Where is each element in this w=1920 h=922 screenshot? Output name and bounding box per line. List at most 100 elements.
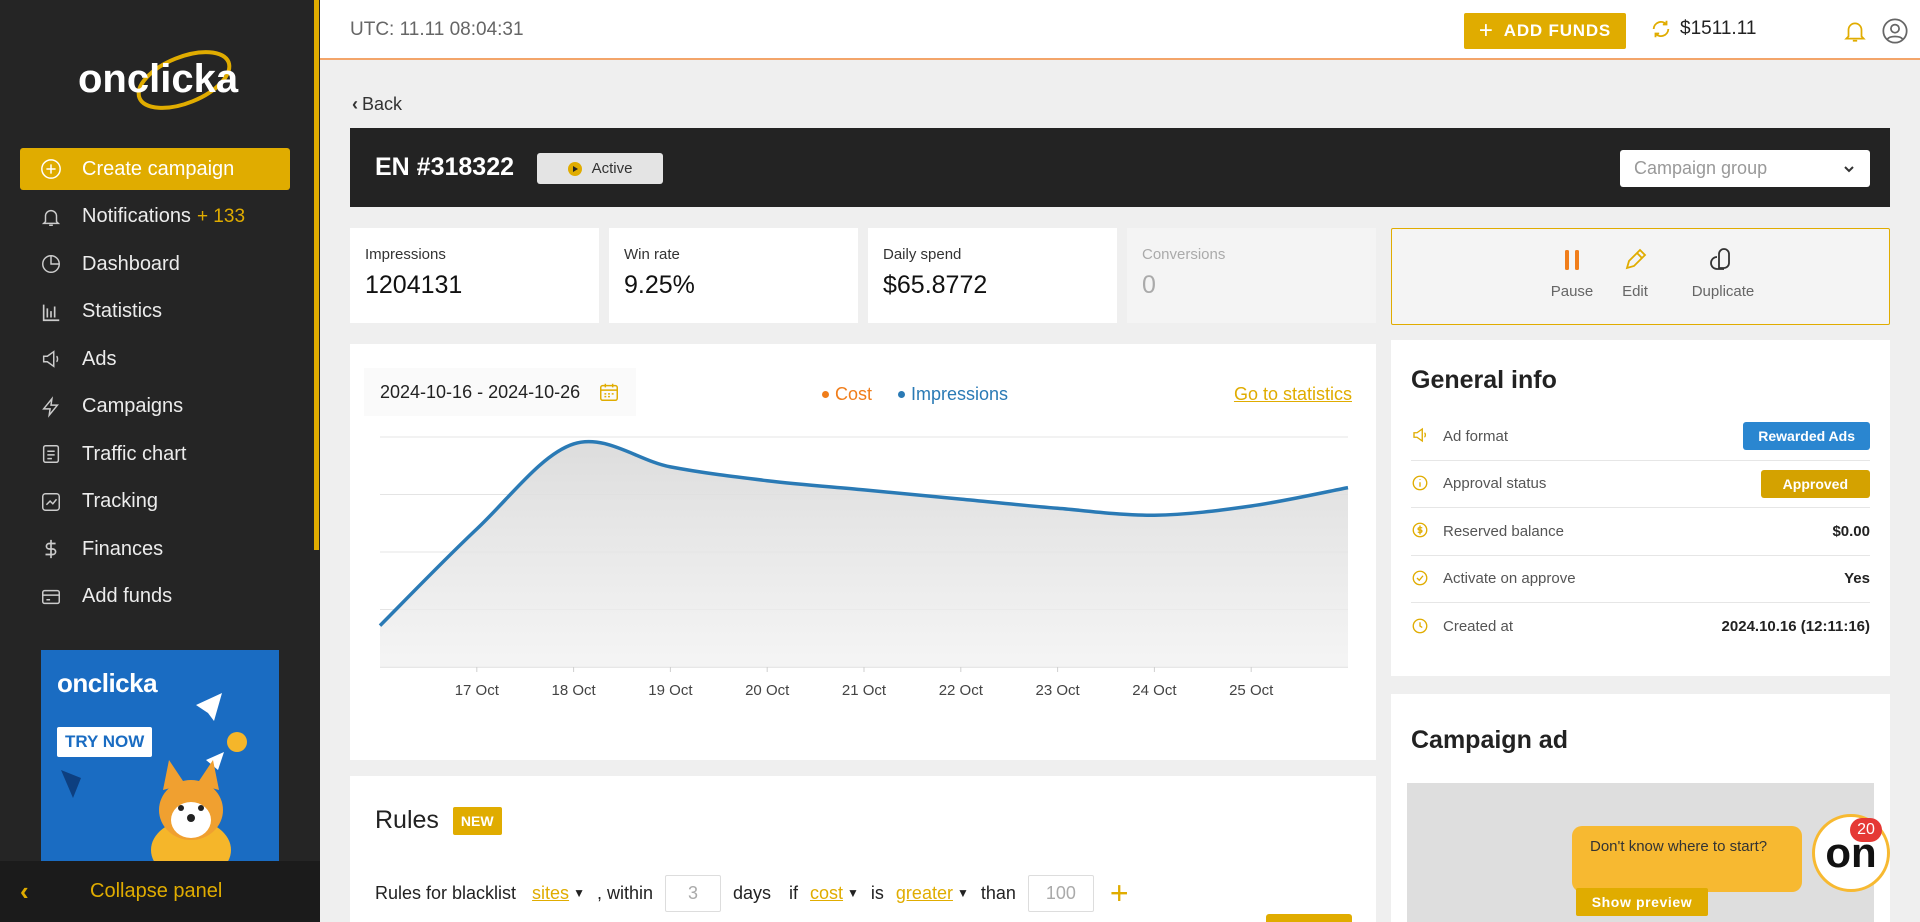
x-tick-label: 20 Oct [745,682,790,699]
rule-than-label: than [980,882,1016,903]
campaign-group-select[interactable]: Campaign group [1620,150,1870,187]
duplicate-button[interactable]: Duplicate [1668,245,1778,300]
play-icon [567,161,582,176]
balance-value: $1511.11 [1680,18,1757,39]
back-link[interactable]: ‹ Back [352,94,402,115]
campaign-ad-title: Campaign ad [1411,726,1568,754]
rules-title: Rules NEW [375,806,502,835]
refresh-icon[interactable] [1650,18,1672,40]
x-tick-label: 22 Oct [939,682,984,699]
balance-display[interactable]: $1511.11 [1650,18,1756,40]
sidebar-item-label: Finances [82,537,164,560]
edit-label: Edit [1622,283,1648,300]
show-preview-button[interactable]: Show preview [1576,888,1708,916]
plus-circle-icon [38,156,64,182]
save-rules-button[interactable] [1266,914,1352,922]
add-funds-button[interactable]: + ADD FUNDS [1464,13,1626,49]
chevron-down-icon [1844,165,1854,172]
sidebar-item-add-funds[interactable]: Add funds [20,576,290,618]
sidebar-item-notifications[interactable]: Notifications + 133 [20,196,290,238]
add-rule-icon[interactable]: + [1110,875,1129,912]
reserved-balance-value: $0.00 [1832,522,1870,540]
campaign-title: EN #318322 [375,153,515,181]
general-info-title: General info [1411,366,1557,394]
legend-dot [822,391,829,398]
rule-threshold-input[interactable]: 100 [1027,874,1094,912]
legend-impressions[interactable]: Impressions [898,384,1008,405]
edit-button[interactable]: Edit [1610,245,1660,300]
x-tick-label: 17 Oct [455,682,500,699]
chevron-down-icon[interactable]: ▼ [573,886,585,900]
x-tick-label: 19 Oct [648,682,693,699]
go-to-statistics-link[interactable]: Go to statistics [1234,384,1352,405]
rule-metric-select[interactable]: cost [810,883,843,904]
duplicate-icon [1710,248,1730,270]
pause-button[interactable]: Pause [1542,245,1602,300]
campaign-group-placeholder: Campaign group [1634,158,1768,178]
plus-icon: + [1478,17,1494,44]
pause-label: Pause [1550,283,1594,300]
date-range-picker[interactable]: 2024-10-16 - 2024-10-26 [364,368,637,416]
chevron-down-icon[interactable]: ▼ [957,886,969,900]
bar-chart-icon [38,299,64,325]
notifications-bell-icon[interactable] [1842,18,1868,44]
rule-days-input[interactable]: 3 [664,874,721,912]
rule-within-label: , within [596,882,653,903]
stat-value: 1204131 [365,271,463,299]
general-info-card: General info Ad format Rewarded Ads Appr… [1391,340,1890,676]
sidebar-item-create-campaign[interactable]: Create campaign [20,148,290,190]
ad-format-badge: Rewarded Ads [1743,422,1870,451]
calendar-icon [600,383,619,401]
rules-card: Rules NEW Rules for blacklist sites ▼ , … [350,776,1376,922]
sidebar-item-dashboard[interactable]: Dashboard [20,243,290,285]
help-unread-count: 20 [1850,818,1882,842]
rule-target-select[interactable]: sites [532,883,569,904]
stat-win-rate: Win rate 9.25% [609,228,858,323]
x-tick-label: 21 Oct [842,682,887,699]
info-icon [1411,474,1431,494]
sidebar-item-traffic-chart[interactable]: Traffic chart [20,433,290,475]
sidebar-nav: Create campaign Notifications + 133 Dash… [20,148,290,623]
onclicka-logo[interactable]: onclicka [72,40,252,120]
stat-label: Win rate [624,246,680,263]
collapse-panel-label: Collapse panel [90,880,223,902]
rules-title-label: Rules [375,806,439,834]
date-range-value: 2024-10-16 - 2024-10-26 [380,381,581,402]
info-row-ad-format: Ad format Rewarded Ads [1411,413,1870,461]
stat-conversions: Conversions 0 [1127,228,1376,323]
approval-status-badge: Approved [1760,469,1870,498]
legend-label: Impressions [911,384,1009,404]
info-row-created-at: Created at 2024.10.16 (12:11:16) [1411,603,1870,651]
duplicate-label: Duplicate [1691,283,1755,300]
rule-if-label: if [789,882,799,903]
rule-builder: Rules for blacklist sites ▼ , within 3 d… [375,873,1129,913]
promo-banner[interactable]: onclicka TRY NOW [41,650,279,862]
new-badge: NEW [452,806,502,835]
top-bar: UTC: 11.11 08:04:31 + ADD FUNDS $1511.11 [320,0,1920,60]
sidebar-item-finances[interactable]: Finances [20,528,290,570]
promo-illustration [61,693,247,862]
rule-days-label: days [732,882,772,903]
back-label: Back [362,94,403,114]
sidebar-item-label: Create campaign [82,157,235,180]
stat-impressions: Impressions 1204131 [350,228,599,323]
sidebar-scrollbar[interactable] [314,0,319,550]
sidebar-item-tracking[interactable]: Tracking [20,481,290,523]
created-at-value: 2024.10.16 (12:11:16) [1721,618,1870,636]
dollar-icon [38,536,64,562]
collapse-panel-button[interactable]: ‹ Collapse panel [0,861,320,922]
rule-prefix: Rules for blacklist [375,882,517,903]
status-badge: Active [537,153,663,184]
help-bubble[interactable]: Don't know where to start? [1572,826,1802,892]
rule-comparator-select[interactable]: greater [896,883,953,904]
legend-cost[interactable]: Cost [822,384,872,405]
chevron-down-icon[interactable]: ▼ [847,886,859,900]
sidebar-item-statistics[interactable]: Statistics [20,291,290,333]
sidebar-item-label: Ads [82,347,117,370]
user-account-icon[interactable] [1881,17,1909,45]
info-row-activate-on-approve: Activate on approve Yes [1411,556,1870,603]
stat-value: 0 [1142,271,1156,299]
sidebar: onclicka Create campaign Notifications +… [0,0,320,922]
sidebar-item-campaigns[interactable]: Campaigns [20,386,290,428]
sidebar-item-ads[interactable]: Ads [20,338,290,380]
